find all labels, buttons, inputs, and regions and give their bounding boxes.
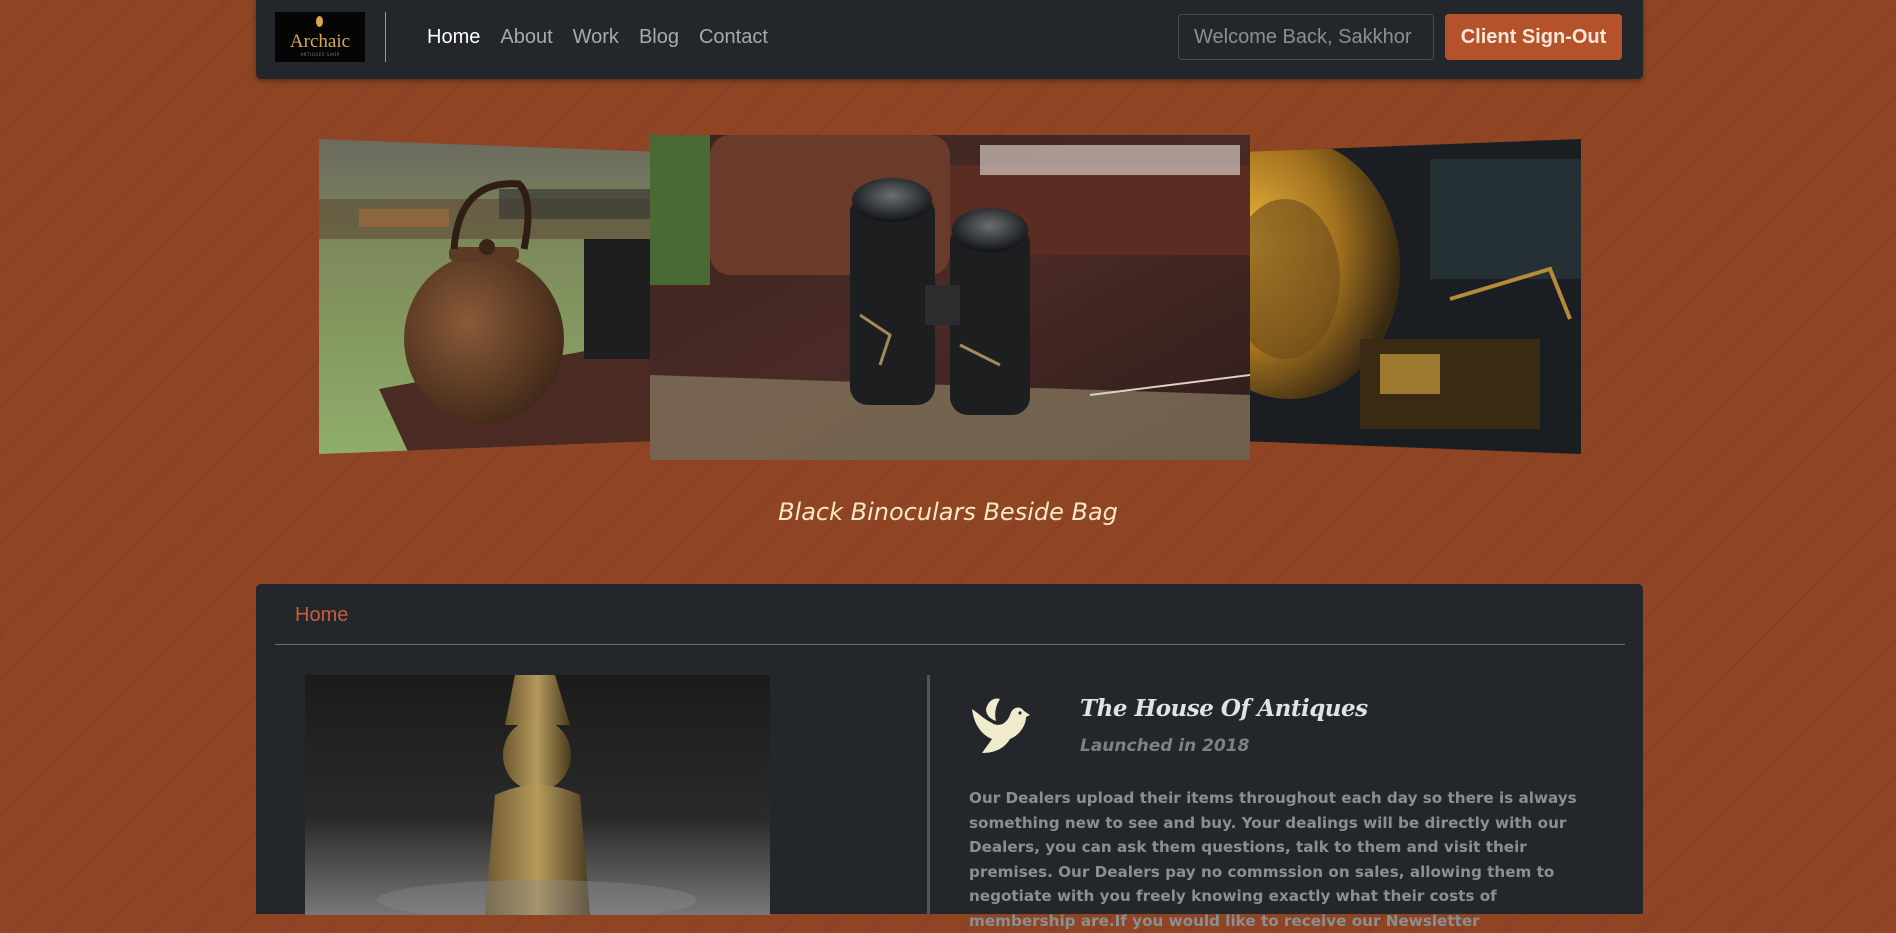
gnome-figurine-photo [305, 675, 770, 915]
carousel-caption: Black Binoculars Beside Bag [778, 498, 1118, 526]
about-subtitle: Launched in 2018 [1080, 736, 1250, 756]
gramophone-photo [1250, 139, 1581, 454]
vertical-divider [927, 675, 930, 915]
dove-icon [968, 695, 1032, 759]
carousel-slide-binoculars[interactable] [650, 135, 1250, 460]
kettle-photo [319, 139, 650, 454]
breadcrumb-home[interactable]: Home [295, 604, 348, 627]
breadcrumb-divider [275, 644, 1625, 645]
image-carousel: Black Binoculars Beside Bag [0, 0, 1896, 560]
carousel-slide-gramophone[interactable] [1250, 139, 1581, 454]
content-panel: Home The House Of Antiques Launched in 2… [256, 584, 1643, 930]
about-description: Our Dealers upload their items throughou… [969, 789, 1577, 930]
about-title: The House Of Antiques [1080, 695, 1368, 722]
binoculars-photo [650, 135, 1250, 460]
carousel-slide-kettle[interactable] [319, 139, 650, 454]
